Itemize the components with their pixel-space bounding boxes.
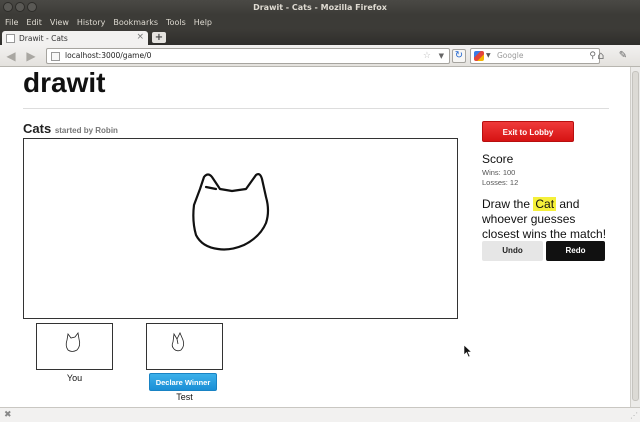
player-thumbnail-test [146, 323, 223, 370]
status-bar: ✖ ⋰ [0, 407, 640, 422]
cat-thumbnail [171, 332, 185, 352]
menu-history[interactable]: History [77, 18, 105, 27]
vertical-scrollbar[interactable] [630, 67, 640, 407]
divider [23, 108, 609, 109]
app-title: drawit [23, 67, 106, 98]
undo-button[interactable]: Undo [482, 241, 543, 261]
redo-button[interactable]: Redo [546, 241, 605, 261]
player-label-test: Test [176, 392, 193, 402]
reload-icon[interactable]: ↻ [452, 49, 466, 63]
drawing-canvas[interactable] [23, 138, 458, 319]
declare-winner-button[interactable]: Declare Winner [149, 373, 217, 391]
game-title: Cats [23, 121, 52, 136]
search-placeholder: Google [497, 51, 524, 60]
scrollbar-thumb[interactable] [632, 71, 639, 401]
url-bar[interactable]: localhost:3000/game/0 ☆ ▼ [46, 48, 450, 64]
resize-grip-icon[interactable]: ⋰ [630, 411, 638, 420]
player-label-you: You [66, 373, 83, 383]
page-content: drawit Cats started by Robin You Declare… [0, 67, 630, 407]
page-icon [6, 33, 15, 43]
url-text: localhost:3000/game/0 [65, 51, 152, 60]
instruction-prefix: Draw the [482, 197, 534, 211]
instruction-text: Draw the Cat and whoever guesses closest… [482, 197, 612, 242]
addon-icon[interactable]: ✎ [614, 49, 632, 63]
google-icon [474, 51, 484, 61]
menu-view[interactable]: View [50, 18, 69, 27]
menu-help[interactable]: Help [194, 18, 212, 27]
menu-bookmarks[interactable]: Bookmarks [113, 18, 158, 27]
player-thumbnail-you [36, 323, 113, 370]
page-icon [51, 52, 60, 61]
menu-file[interactable]: File [5, 18, 18, 27]
close-window-button[interactable] [3, 2, 13, 12]
tab-title: Drawit - Cats [19, 33, 68, 43]
window-controls [3, 2, 37, 12]
menu-bar: File Edit View History Bookmarks Tools H… [0, 15, 640, 29]
window-title: Drawit - Cats - Mozilla Firefox [253, 3, 387, 12]
mouse-cursor-icon [463, 344, 473, 358]
target-word: Cat [533, 197, 557, 211]
cat-thumbnail [65, 332, 81, 352]
game-heading: Cats started by Robin [23, 121, 118, 136]
losses-count: Losses: 12 [482, 178, 519, 187]
score-title: Score [482, 152, 514, 166]
close-icon[interactable]: ✖ [4, 410, 12, 420]
game-subtitle: started by Robin [54, 126, 118, 135]
navigation-toolbar: ◀ ▶ localhost:3000/game/0 ☆ ▼ ↻ ▼ Google… [0, 45, 640, 67]
menu-tools[interactable]: Tools [166, 18, 186, 27]
chevron-down-icon[interactable]: ▼ [439, 49, 444, 63]
forward-arrow-icon[interactable]: ▶ [24, 49, 38, 63]
bookmark-star-icon[interactable]: ☆ [423, 49, 431, 63]
back-arrow-icon[interactable]: ◀ [4, 49, 18, 63]
tab-drawit-cats[interactable]: Drawit - Cats × [2, 31, 148, 45]
new-tab-button[interactable]: + [152, 32, 166, 43]
exit-to-lobby-button[interactable]: Exit to Lobby [482, 121, 574, 142]
wins-count: Wins: 100 [482, 168, 516, 177]
menu-edit[interactable]: Edit [26, 18, 42, 27]
home-icon[interactable]: ⌂ [594, 49, 608, 63]
close-tab-icon[interactable]: × [136, 32, 144, 42]
tab-strip: Drawit - Cats × + [0, 29, 640, 45]
maximize-window-button[interactable] [27, 2, 37, 12]
chevron-down-icon[interactable]: ▼ [486, 49, 491, 63]
cat-drawing [192, 173, 270, 251]
window-titlebar: Drawit - Cats - Mozilla Firefox [0, 0, 640, 15]
minimize-window-button[interactable] [15, 2, 25, 12]
search-input[interactable]: ▼ Google ⚲ [470, 48, 600, 64]
